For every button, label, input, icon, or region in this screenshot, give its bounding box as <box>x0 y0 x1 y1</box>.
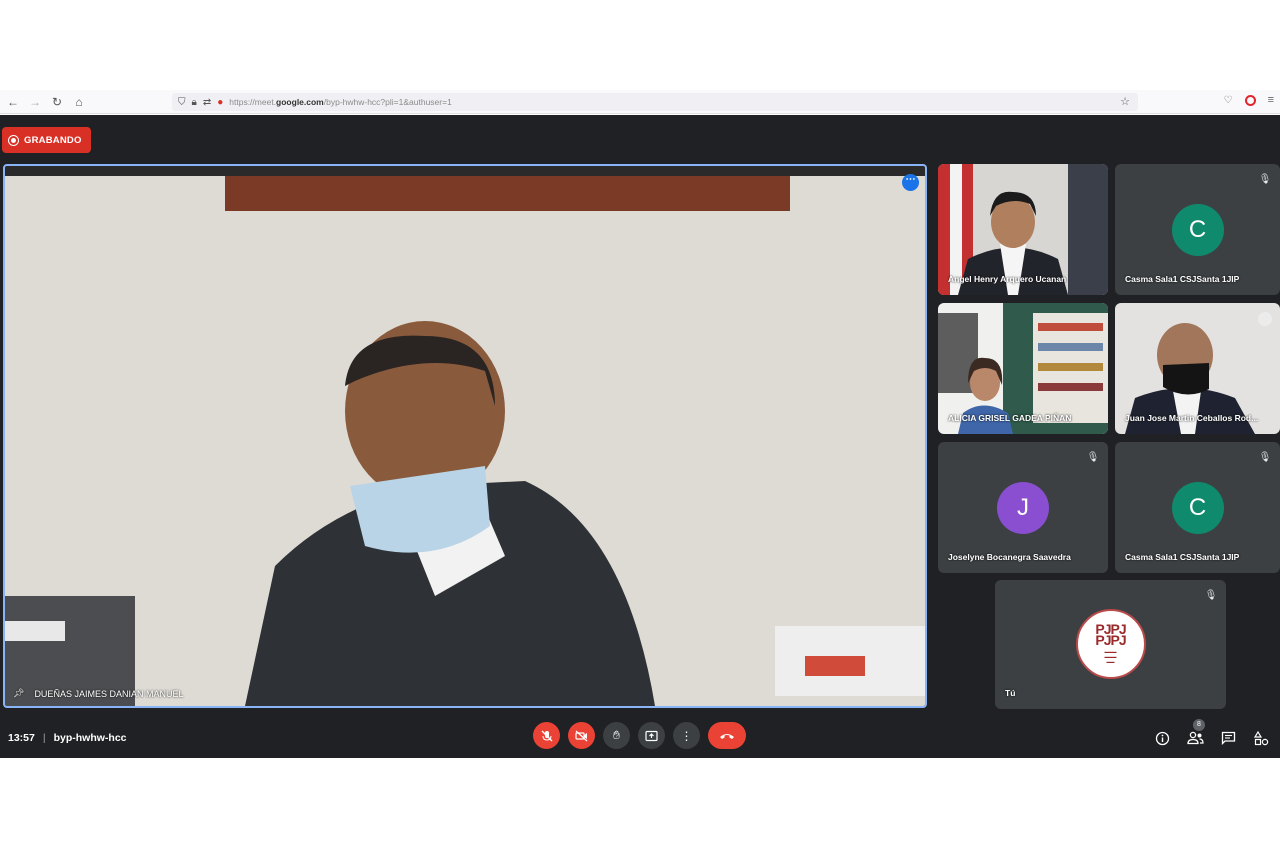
participant-count-badge: 8 <box>1193 719 1205 731</box>
call-controls: ✋︎ ⋮ <box>533 722 746 749</box>
participant-tile[interactable]: 🎙︎ C Casma Sala1 CSJSanta 1JIP <box>1115 442 1280 573</box>
main-participant-label: DUEÑAS JAIMES DANIAN MANUEL <box>34 688 184 699</box>
more-options-button[interactable]: ⋮ <box>673 722 700 749</box>
people-button[interactable]: 8 <box>1186 719 1205 747</box>
divider: | <box>42 732 46 744</box>
meeting-clock: 13:57 <box>8 732 35 744</box>
reload-icon[interactable]: ↻ <box>48 93 66 111</box>
participant-name: Casma Sala1 CSJSanta 1JIP <box>1125 552 1240 562</box>
tile-more-options-icon[interactable]: ⋯ <box>902 174 919 191</box>
record-icon <box>8 134 19 146</box>
bottom-control-bar: 13:57 | byp-hwhw-hcc ✋︎ ⋮ 8 <box>0 719 1280 758</box>
url-text[interactable]: https://meet.google.com/byp-hwhw-hcc?pli… <box>229 97 452 107</box>
meeting-code: byp-hwhw-hcc <box>53 732 127 744</box>
participant-avatar: C <box>1171 482 1224 534</box>
court-logo-mark: PJPJ <box>1095 632 1126 648</box>
forward-icon[interactable]: → <box>26 93 44 111</box>
mic-off-icon: 🎙︎ <box>1086 452 1100 463</box>
participant-tile[interactable]: Angel Henry Arquero Ucanan <box>938 164 1108 295</box>
meeting-info: 13:57 | byp-hwhw-hcc <box>8 732 127 744</box>
chat-icon <box>1221 731 1235 745</box>
info-icon <box>1155 731 1169 745</box>
recording-badge[interactable]: GRABANDO <box>2 127 91 153</box>
lock-icon[interactable]: 🔒︎ <box>192 97 197 108</box>
camera-off-icon <box>575 730 588 741</box>
side-panel-controls: 8 <box>1153 719 1270 747</box>
shield-icon[interactable]: ⛉ <box>178 97 186 108</box>
participant-avatar: J <box>997 482 1049 534</box>
more-options-icon: ⋮ <box>680 728 693 743</box>
end-call-button[interactable] <box>708 722 746 749</box>
mic-off-icon: 🎙︎ <box>1204 590 1218 601</box>
address-bar[interactable]: ⛉ 🔒︎ ⇄ ● https://meet.google.com/byp-hwh… <box>172 93 1138 111</box>
page: ← → ↻ ⌂ ⛉ 🔒︎ ⇄ ● https://meet.google.com… <box>0 0 1280 854</box>
participant-tile[interactable]: 🎙︎ J Joselyne Bocanegra Saavedra <box>938 442 1108 573</box>
browser-toolbar: ← → ↻ ⌂ ⛉ 🔒︎ ⇄ ● https://meet.google.com… <box>0 90 1280 114</box>
participant-name: ALICIA GRISEL GADEA PIÑAN <box>948 413 1072 423</box>
activities-icon <box>1253 730 1268 745</box>
activities-button[interactable] <box>1252 729 1270 747</box>
home-icon[interactable]: ⌂ <box>70 93 88 111</box>
end-call-icon <box>720 734 734 739</box>
pin-icon[interactable]: 📌︎ <box>13 688 24 699</box>
participant-tile[interactable]: 🎙︎ Juan Jose Martin Ceballos Rod... <box>1115 303 1280 434</box>
court-logo-caption: ▬▬▬ ▬▬▬ ▬▬ <box>1104 649 1117 664</box>
participant-name: Casma Sala1 CSJSanta 1JIP <box>1125 274 1240 284</box>
participant-name: Angel Henry Arquero Ucanan <box>948 274 1067 284</box>
people-icon <box>1186 731 1204 745</box>
participant-name: Joselyne Bocanegra Saavedra <box>948 552 1071 562</box>
main-participant-name: 📌︎ DUEÑAS JAIMES DANIAN MANUEL <box>13 688 183 699</box>
mic-indicator-icon[interactable]: ● <box>217 97 223 108</box>
present-button[interactable] <box>638 722 665 749</box>
mic-off-icon: 🎙︎ <box>1258 452 1272 463</box>
court-logo: PJPJ PJPJ ▬▬▬ ▬▬▬ ▬▬ <box>1075 609 1146 679</box>
mic-toggle-button[interactable] <box>533 722 560 749</box>
bookmark-star-icon[interactable]: ☆ <box>1120 95 1130 108</box>
raise-hand-button[interactable]: ✋︎ <box>603 722 630 749</box>
present-icon <box>645 730 658 741</box>
info-button[interactable] <box>1153 729 1171 747</box>
pocket-icon[interactable]: ♡ <box>1224 95 1233 106</box>
raise-hand-icon: ✋︎ <box>613 728 620 742</box>
participant-name: Juan Jose Martin Ceballos Rod... <box>1125 413 1259 423</box>
participant-tile[interactable]: ALICIA GRISEL GADEA PIÑAN <box>938 303 1108 434</box>
meet-window: GRABANDO ⋯ 📌︎ DUEÑAS JAIMES DANIAN MANUE… <box>0 115 1280 758</box>
chat-button[interactable] <box>1219 729 1237 747</box>
recording-label: GRABANDO <box>24 134 82 146</box>
permissions-icon[interactable]: ⇄ <box>203 97 211 108</box>
mic-off-icon: 🎙︎ <box>1258 312 1272 326</box>
menu-icon[interactable]: ≡ <box>1268 94 1274 106</box>
participant-tile[interactable]: 🎙︎ C Casma Sala1 CSJSanta 1JIP <box>1115 164 1280 295</box>
main-speaker-tile[interactable]: ⋯ 📌︎ DUEÑAS JAIMES DANIAN MANUEL <box>3 164 927 708</box>
opera-icon[interactable] <box>1244 94 1256 106</box>
browser-tools: ♡ ≡ <box>1224 94 1274 106</box>
camera-toggle-button[interactable] <box>568 722 595 749</box>
self-tile[interactable]: 🎙︎ PJPJ PJPJ ▬▬▬ ▬▬▬ ▬▬ Tú <box>995 580 1226 709</box>
back-icon[interactable]: ← <box>4 93 22 111</box>
participant-avatar: C <box>1171 204 1224 256</box>
mic-off-icon: 🎙︎ <box>1258 174 1272 185</box>
main-video-feed <box>5 166 925 706</box>
self-name: Tú <box>1005 688 1016 698</box>
mic-off-icon <box>541 730 552 741</box>
